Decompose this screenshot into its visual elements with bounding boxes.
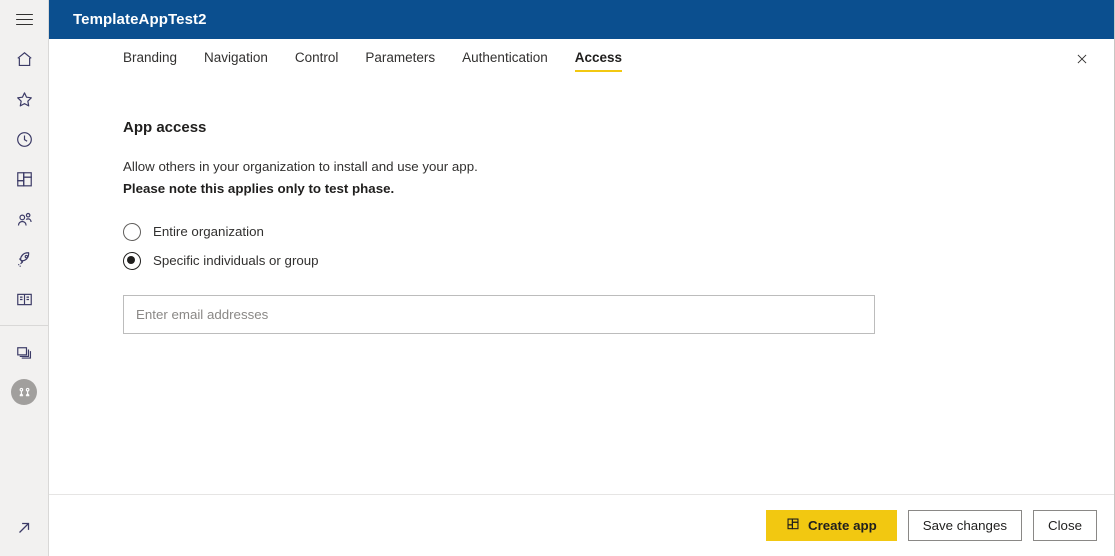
save-changes-button[interactable]: Save changes [907, 510, 1022, 541]
radio-entire-organization[interactable]: Entire organization [123, 217, 1114, 246]
panel-titlebar: TemplateAppTest2 [49, 0, 1114, 39]
hamburger-menu-button[interactable] [0, 0, 49, 39]
sidebar-item-learn[interactable] [0, 279, 49, 319]
sidebar-item-recent[interactable] [0, 119, 49, 159]
sidebar-item-apps[interactable] [0, 159, 49, 199]
hamburger-icon [15, 10, 33, 28]
workspaces-icon [15, 343, 34, 362]
create-app-button[interactable]: Create app [765, 510, 897, 541]
tab-bar: Branding Navigation Control Parameters A… [49, 39, 1114, 85]
app-root: TemplateAppTest2 Branding Navigation Con… [0, 0, 1115, 556]
home-icon [15, 50, 34, 69]
tab-access[interactable]: Access [574, 50, 623, 72]
close-panel-button[interactable] [1067, 46, 1097, 76]
panel-footer: Create app Save changes Close [49, 494, 1114, 556]
workspace-avatar [11, 379, 37, 405]
grid-apps-icon [15, 170, 34, 189]
description-line-2: Please note this applies only to test ph… [123, 181, 395, 196]
grid-apps-icon [786, 517, 800, 534]
tab-branding[interactable]: Branding [123, 50, 177, 72]
sidebar-divider [0, 325, 49, 326]
radio-label-entire-organization: Entire organization [153, 224, 264, 239]
expand-arrow-icon [15, 519, 33, 542]
book-icon [15, 290, 34, 309]
panel-body: App access Allow others in your organiza… [49, 85, 1114, 494]
radio-mark-entire-organization [123, 222, 141, 241]
expand-rail-button[interactable] [0, 510, 49, 550]
close-icon [1075, 52, 1089, 71]
sidebar-item-favorites[interactable] [0, 79, 49, 119]
radio-label-specific-individuals-or-group: Specific individuals or group [153, 253, 319, 268]
email-addresses-input[interactable] [123, 295, 875, 334]
rocket-icon [15, 250, 34, 269]
star-icon [15, 90, 34, 109]
description-line-1: Allow others in your organization to ins… [123, 159, 478, 174]
radio-specific-individuals-or-group[interactable]: Specific individuals or group [123, 246, 1114, 275]
tab-authentication[interactable]: Authentication [462, 50, 548, 72]
sidebar-item-workspaces[interactable] [0, 332, 49, 372]
tab-control[interactable]: Control [295, 50, 339, 72]
sidebar-item-home[interactable] [0, 39, 49, 79]
tab-navigation[interactable]: Navigation [204, 50, 268, 72]
tab-parameters[interactable]: Parameters [365, 50, 435, 72]
page-title: TemplateAppTest2 [73, 11, 207, 28]
sidebar-item-current-workspace[interactable] [0, 372, 49, 412]
people-icon [15, 210, 34, 229]
left-nav-rail [0, 0, 49, 556]
access-scope-radio-group: Entire organization Specific individuals… [123, 217, 1114, 275]
close-button[interactable]: Close [1033, 510, 1097, 541]
sidebar-item-shared-with-me[interactable] [0, 199, 49, 239]
create-app-label: Create app [807, 518, 877, 533]
clock-icon [15, 130, 34, 149]
radio-mark-specific-individuals-or-group [123, 251, 141, 270]
app-settings-panel: TemplateAppTest2 Branding Navigation Con… [49, 0, 1115, 556]
section-title: App access [123, 119, 207, 136]
sidebar-item-deployment-pipelines[interactable] [0, 239, 49, 279]
